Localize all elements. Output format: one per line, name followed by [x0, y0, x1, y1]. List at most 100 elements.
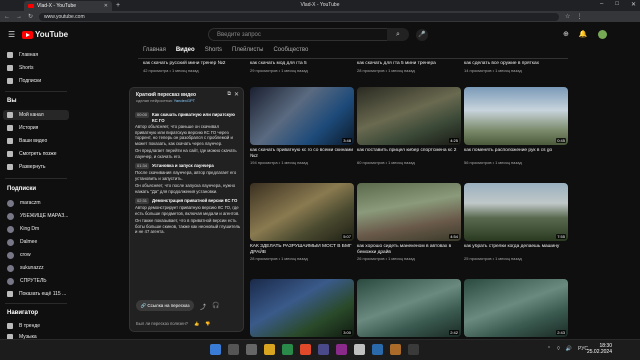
- sidebar-sub[interactable]: maraczm: [3, 198, 69, 208]
- summary-link-button[interactable]: 🔗 Ссылка на пересказ: [136, 300, 194, 311]
- sidebar-sub[interactable]: sukunazzz: [3, 263, 69, 273]
- sidebar-item-history[interactable]: История: [3, 123, 69, 133]
- sidebar-sub[interactable]: crow: [3, 250, 69, 260]
- sidebar-show-more[interactable]: Показать ещё 115 ...: [3, 289, 69, 299]
- youtube-logo[interactable]: YouTube: [22, 30, 68, 39]
- sidebar-item-watch-later[interactable]: Смотреть позже: [3, 149, 69, 159]
- video-thumbnail[interactable]: 2:42: [357, 279, 461, 337]
- forward-icon[interactable]: →: [16, 14, 22, 20]
- history-icon: [7, 125, 13, 131]
- sidebar-item-trending[interactable]: В тренде: [3, 321, 69, 331]
- tab-videos[interactable]: Видео: [176, 47, 195, 53]
- thumbs-up-icon[interactable]: 👍: [194, 321, 199, 327]
- copy-icon[interactable]: ⧉: [227, 91, 231, 97]
- reload-icon[interactable]: ↻: [28, 13, 33, 20]
- url-field[interactable]: www.youtube.com: [39, 12, 560, 21]
- timestamp-button[interactable]: 01:34: [135, 163, 150, 169]
- video-thumbnail[interactable]: 7:55: [464, 183, 568, 241]
- browser-icon[interactable]: [300, 344, 311, 355]
- video-thumbnail[interactable]: 3:00: [250, 279, 354, 337]
- bookmark-icon[interactable]: ☆: [565, 13, 570, 20]
- chevron-up-icon[interactable]: ⌃: [547, 346, 551, 352]
- app-icon[interactable]: [390, 344, 401, 355]
- video-title[interactable]: как хорошо сидеть манекеном в автовах в …: [357, 244, 461, 255]
- tab-shorts[interactable]: Shorts: [205, 47, 222, 53]
- hamburger-menu-icon[interactable]: ☰: [8, 30, 15, 39]
- video-thumbnail[interactable]: 5:07: [250, 183, 354, 241]
- video-title[interactable]: как убрать стрелки когда делаешь машину: [464, 244, 568, 255]
- browser-menu-icon[interactable]: ⋮: [576, 13, 582, 20]
- sidebar-sub[interactable]: Dalmee: [3, 237, 69, 247]
- network-icon[interactable]: ⌔: [556, 346, 561, 352]
- video-thumbnail[interactable]: 2:43: [464, 279, 568, 337]
- sidebar-item-subscriptions[interactable]: Подписки: [3, 76, 69, 86]
- taskview-icon[interactable]: [246, 344, 257, 355]
- video-title[interactable]: как поставить прицел кибер спортсмена кс…: [357, 148, 461, 159]
- tab-community[interactable]: Сообщество: [273, 47, 308, 53]
- video-title[interactable]: как скачать для гта 5 мини тренера: [357, 61, 461, 67]
- video-title[interactable]: как скачать русский мини тренер №2: [143, 61, 247, 67]
- back-icon[interactable]: ←: [4, 14, 10, 20]
- summary-header: Краткий пересказ видео сделан нейросетью…: [136, 92, 240, 103]
- app-icon[interactable]: [372, 344, 383, 355]
- video-card[interactable]: 4:54 как хорошо сидеть манекеном в автов…: [357, 183, 461, 261]
- thumbs-down-icon[interactable]: 👎: [205, 321, 210, 327]
- volume-icon[interactable]: 🔊: [566, 346, 572, 352]
- sidebar-sub[interactable]: King Dm: [3, 224, 69, 234]
- explorer-icon[interactable]: [264, 344, 275, 355]
- create-icon[interactable]: ⊕: [563, 30, 569, 39]
- sidebar-item-expand[interactable]: Развернуть: [3, 162, 69, 172]
- microphone-icon[interactable]: 🎤: [416, 29, 428, 41]
- app-icon[interactable]: [354, 344, 365, 355]
- yandexgpt-link[interactable]: YandexGPT: [174, 98, 196, 103]
- video-meta: 14 просмотров • 1 месяц назад: [464, 68, 522, 73]
- headphones-icon[interactable]: 🎧: [212, 302, 219, 311]
- maximize-icon[interactable]: □: [615, 1, 619, 8]
- video-title[interactable]: как скачать приватную кс го со всеми ски…: [250, 148, 354, 159]
- channel-avatar: [7, 251, 14, 259]
- app-icon[interactable]: [282, 344, 293, 355]
- video-duration: 4:25: [449, 138, 459, 143]
- tab-home[interactable]: Главная: [143, 47, 166, 53]
- start-icon[interactable]: [210, 344, 221, 355]
- sidebar-item-home[interactable]: Главная: [3, 50, 69, 60]
- video-card[interactable]: 0:45 как поменять расположение рук в cs …: [464, 87, 568, 165]
- video-thumbnail[interactable]: 0:45: [464, 87, 568, 145]
- clock[interactable]: 18:30 25.02.2024: [587, 343, 612, 355]
- video-title[interactable]: как поменять расположение рук в cs go: [464, 148, 568, 159]
- sidebar-sub[interactable]: СПРУТЕЛЬ: [3, 276, 69, 286]
- app-icon[interactable]: [408, 344, 419, 355]
- video-title[interactable]: КАК ЗДЕЛАТЬ РАЗРУШАЙМЫЙ МОСТ В БМГ ДРАЙВ: [250, 244, 354, 255]
- timestamp-button[interactable]: 00:00: [135, 112, 150, 118]
- video-thumbnail[interactable]: 4:54: [357, 183, 461, 241]
- video-card[interactable]: 5:07 КАК ЗДЕЛАТЬ РАЗРУШАЙМЫЙ МОСТ В БМГ …: [250, 183, 354, 261]
- timestamp-button[interactable]: 02:31: [135, 198, 150, 204]
- app-icon[interactable]: [336, 344, 347, 355]
- video-card[interactable]: 4:25 как поставить прицел кибер спортсме…: [357, 87, 461, 165]
- minimize-icon[interactable]: –: [600, 1, 603, 8]
- app-icon[interactable]: [318, 344, 329, 355]
- notifications-icon[interactable]: 🔔: [579, 30, 588, 39]
- sidebar-item-your-videos[interactable]: Ваши видео: [3, 136, 69, 146]
- you-heading[interactable]: Вы: [7, 98, 16, 104]
- video-thumbnail[interactable]: 3:48: [250, 87, 354, 145]
- share-icon[interactable]: ⤴: [200, 302, 206, 311]
- summary-actions: ⤴ 🎧: [200, 302, 220, 311]
- summary-body: 00:00 Как скачать приватную или пиратскую…: [135, 112, 241, 239]
- video-thumbnail[interactable]: 4:25: [357, 87, 461, 145]
- video-card[interactable]: 7:55 как убрать стрелки когда делаешь ма…: [464, 183, 568, 261]
- search-taskbar-icon[interactable]: [228, 344, 239, 355]
- video-card[interactable]: 3:48 как скачать приватную кс го со всем…: [250, 87, 354, 165]
- tab-playlists[interactable]: Плейлисты: [232, 47, 263, 53]
- sidebar-sub[interactable]: УБЕЖИЩЕ МАРАЗ...: [3, 211, 69, 221]
- search-icon[interactable]: ⌕: [387, 28, 409, 41]
- avatar[interactable]: [597, 30, 607, 39]
- video-title[interactable]: как сделать все оружие в прятках: [464, 61, 568, 67]
- sidebar-item-shorts[interactable]: Shorts: [3, 63, 69, 73]
- close-icon[interactable]: ✕: [234, 91, 239, 98]
- close-window-icon[interactable]: ✕: [631, 1, 636, 8]
- search-input[interactable]: Введите запрос: [208, 28, 408, 41]
- summary-section: 00:00 Как скачать приватную или пиратскую…: [135, 112, 241, 159]
- sidebar-item-my-channel[interactable]: Мой канал: [3, 110, 69, 120]
- video-title[interactable]: как скачать мод для гта 5: [250, 61, 354, 67]
